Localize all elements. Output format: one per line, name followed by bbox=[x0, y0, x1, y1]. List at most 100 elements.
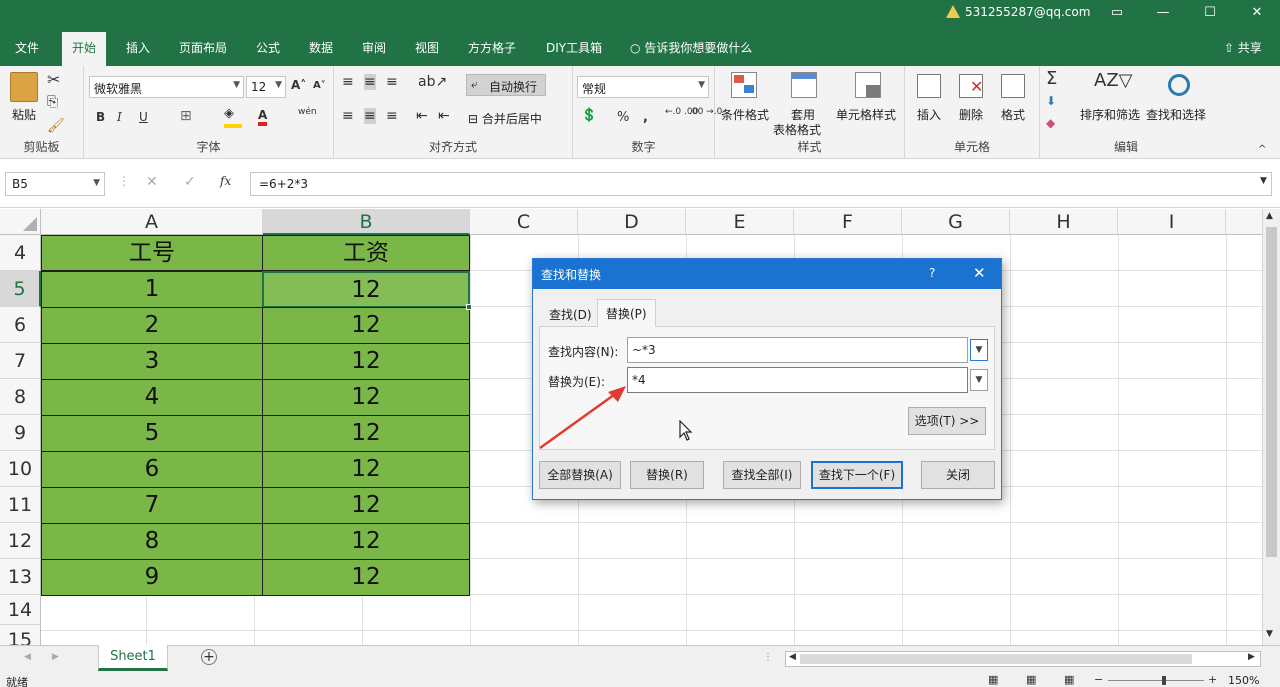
wrap-text-button[interactable]: ⤶ 自动换行 bbox=[466, 74, 546, 96]
row-header-15[interactable]: 15 bbox=[0, 625, 41, 645]
format-cells-button[interactable]: 格式 bbox=[1001, 106, 1025, 123]
bottom-align-icon[interactable]: ≡ bbox=[386, 74, 398, 90]
replace-history-dropdown[interactable]: ▼ bbox=[970, 369, 988, 391]
id-cell[interactable]: 7 bbox=[41, 487, 263, 524]
salary-cell[interactable]: 12 bbox=[262, 487, 470, 524]
id-cell[interactable]: 1 bbox=[41, 271, 263, 308]
conditional-format-button[interactable]: 条件格式 bbox=[721, 106, 769, 123]
copy-icon[interactable]: ⎘ bbox=[47, 94, 58, 110]
row-header-6[interactable]: 6 bbox=[0, 307, 41, 343]
select-all-corner[interactable] bbox=[0, 209, 41, 235]
row-header-4[interactable]: 4 bbox=[0, 235, 41, 271]
next-sheet-icon[interactable]: ▶ bbox=[52, 652, 59, 662]
accounting-format-icon[interactable]: 💲 bbox=[581, 108, 597, 123]
merge-center-button[interactable]: ⊟ 合并后居中 bbox=[468, 110, 542, 127]
id-cell[interactable]: 9 bbox=[41, 559, 263, 596]
tab-split-handle[interactable]: ⋮ bbox=[763, 652, 773, 663]
row-header-5[interactable]: 5 bbox=[0, 271, 41, 307]
column-header-h[interactable]: H bbox=[1010, 209, 1118, 235]
id-cell[interactable]: 4 bbox=[41, 379, 263, 416]
id-cell[interactable]: 3 bbox=[41, 343, 263, 380]
tab-diy-toolbox[interactable]: DIY工具箱 bbox=[546, 39, 602, 56]
number-format-select[interactable]: 常规 ▼ bbox=[577, 76, 709, 98]
font-color-icon[interactable]: A bbox=[258, 108, 268, 126]
grow-font-icon[interactable]: A˄ bbox=[291, 78, 306, 92]
scroll-down-icon[interactable]: ▼ bbox=[1266, 629, 1273, 639]
normal-view-icon[interactable]: ▦ bbox=[988, 673, 998, 686]
name-box[interactable]: B5 ▼ bbox=[5, 172, 105, 196]
row-header-7[interactable]: 7 bbox=[0, 343, 41, 379]
tab-formulas[interactable]: 公式 bbox=[256, 39, 280, 56]
column-header-j[interactable] bbox=[1226, 209, 1262, 235]
account-email[interactable]: 531255287@qq.com bbox=[965, 5, 1090, 19]
enter-icon[interactable]: ✓ bbox=[184, 174, 196, 190]
insert-function-icon[interactable]: fx bbox=[220, 174, 231, 188]
row-header-14[interactable]: 14 bbox=[0, 595, 41, 625]
tab-review[interactable]: 审阅 bbox=[362, 39, 386, 56]
tab-fangfang[interactable]: 方方格子 bbox=[468, 39, 516, 56]
border-icon[interactable]: ⊞ bbox=[180, 108, 192, 124]
shrink-font-icon[interactable]: A˅ bbox=[313, 80, 326, 91]
fill-icon[interactable]: ⬇ bbox=[1046, 94, 1056, 108]
sheet-tab-sheet1[interactable]: Sheet1 bbox=[98, 645, 168, 671]
comma-style-icon[interactable]: , bbox=[643, 110, 648, 125]
zoom-thumb[interactable] bbox=[1162, 676, 1166, 685]
row-header-9[interactable]: 9 bbox=[0, 415, 41, 451]
find-select-button[interactable]: 查找和选择 bbox=[1146, 106, 1206, 123]
phonetic-icon[interactable]: wén bbox=[298, 108, 317, 117]
tell-me-search[interactable]: ○ 告诉我你想要做什么 bbox=[630, 39, 752, 56]
font-size-select[interactable]: 12 ▼ bbox=[246, 76, 286, 98]
underline-icon[interactable]: U bbox=[139, 110, 148, 124]
tab-page-layout[interactable]: 页面布局 bbox=[179, 39, 227, 56]
maximize-icon[interactable]: ☐ bbox=[1201, 4, 1219, 22]
find-history-dropdown[interactable]: ▼ bbox=[970, 339, 988, 361]
column-header-c[interactable]: C bbox=[470, 209, 578, 235]
salary-cell[interactable]: 12 bbox=[262, 379, 470, 416]
replace-with-input[interactable]: *4 bbox=[627, 367, 968, 393]
insert-cells-button[interactable]: 插入 bbox=[917, 106, 941, 123]
replace-all-button[interactable]: 全部替换(A) bbox=[539, 461, 621, 489]
options-button[interactable]: 选项(T) >> bbox=[908, 407, 986, 435]
zoom-in-icon[interactable]: + bbox=[1208, 673, 1217, 686]
id-cell[interactable]: 8 bbox=[41, 523, 263, 560]
column-header-d[interactable]: D bbox=[578, 209, 686, 235]
prev-sheet-icon[interactable]: ◀ bbox=[24, 652, 31, 662]
fill-color-icon[interactable]: ◈ bbox=[224, 106, 234, 121]
tab-home[interactable]: 开始 bbox=[62, 32, 107, 66]
salary-cell[interactable]: 12 bbox=[262, 451, 470, 488]
decrease-indent-icon[interactable]: ⇤ bbox=[416, 108, 428, 124]
new-sheet-icon[interactable]: + bbox=[201, 649, 217, 665]
scroll-left-icon[interactable]: ◀ bbox=[789, 652, 796, 662]
tab-find[interactable]: 查找(D) bbox=[541, 301, 600, 327]
horizontal-scrollbar[interactable]: ◀ ▶ bbox=[785, 651, 1261, 667]
hscroll-thumb[interactable] bbox=[800, 654, 1192, 664]
top-align-icon[interactable]: ≡ bbox=[342, 74, 354, 90]
scroll-right-icon[interactable]: ▶ bbox=[1248, 652, 1255, 662]
paste-icon[interactable] bbox=[10, 72, 38, 102]
id-cell[interactable]: 6 bbox=[41, 451, 263, 488]
row-header-13[interactable]: 13 bbox=[0, 559, 41, 595]
tab-replace[interactable]: 替换(P) bbox=[597, 299, 656, 327]
row-header-11[interactable]: 11 bbox=[0, 487, 41, 523]
zoom-slider[interactable] bbox=[1108, 676, 1204, 685]
cancel-icon[interactable]: ✕ bbox=[146, 174, 158, 190]
paste-button[interactable]: 粘贴 bbox=[12, 106, 36, 123]
vertical-scrollbar[interactable]: ▲ ▼ bbox=[1262, 209, 1280, 645]
salary-cell[interactable]: 12 bbox=[262, 307, 470, 344]
column-header-e[interactable]: E bbox=[686, 209, 794, 235]
row-header-8[interactable]: 8 bbox=[0, 379, 41, 415]
id-cell[interactable]: 2 bbox=[41, 307, 263, 344]
align-center-icon[interactable]: ≡ bbox=[364, 108, 376, 124]
column-header-i[interactable]: I bbox=[1118, 209, 1226, 235]
page-layout-view-icon[interactable]: ▦ bbox=[1026, 673, 1036, 686]
fill-handle[interactable] bbox=[466, 304, 472, 310]
salary-cell[interactable]: 12 bbox=[262, 523, 470, 560]
zoom-out-icon[interactable]: − bbox=[1094, 673, 1103, 686]
find-all-button[interactable]: 查找全部(I) bbox=[723, 461, 801, 489]
replace-button[interactable]: 替换(R) bbox=[630, 461, 704, 489]
zoom-level[interactable]: 150% bbox=[1228, 674, 1259, 687]
salary-cell[interactable]: 12 bbox=[262, 559, 470, 596]
column-header-b[interactable]: B bbox=[263, 209, 470, 235]
formula-input[interactable]: =6+2*3 bbox=[250, 172, 1272, 196]
increase-indent-icon[interactable]: ⇤ bbox=[438, 108, 450, 124]
